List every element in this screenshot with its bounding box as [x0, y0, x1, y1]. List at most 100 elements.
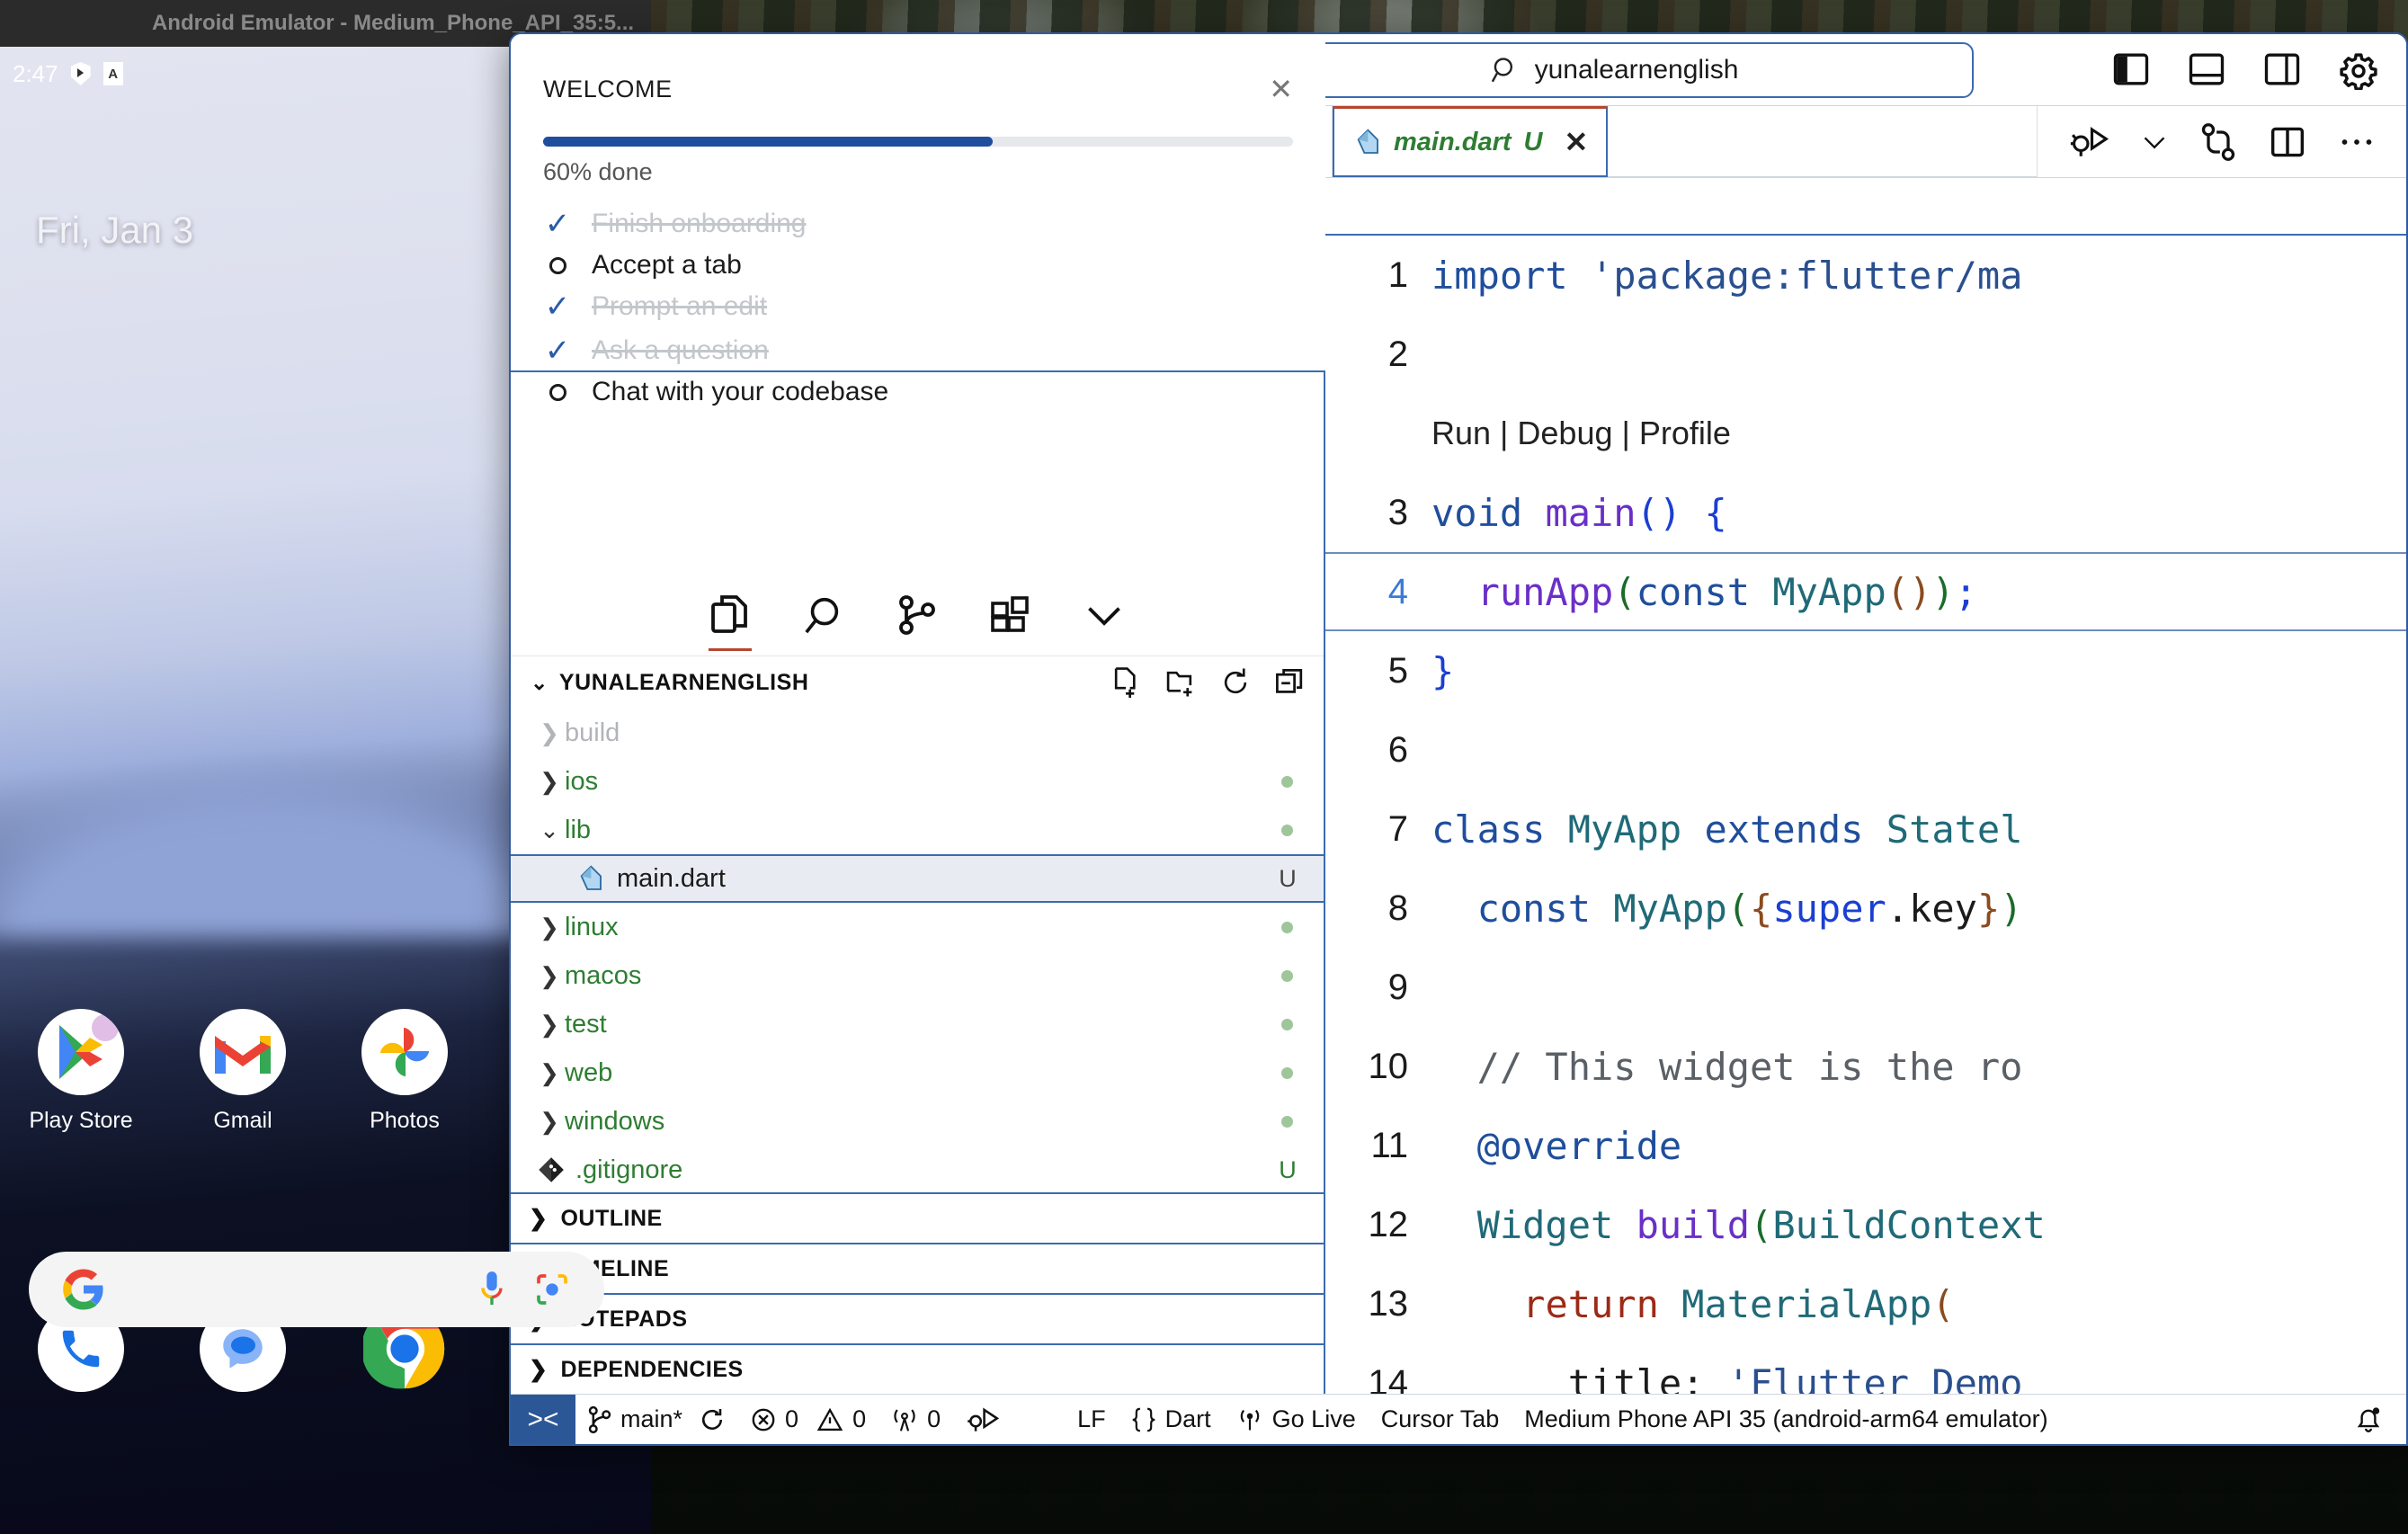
code-line-6[interactable]: 6	[1325, 710, 2406, 789]
code-line-9[interactable]: 9	[1325, 948, 2406, 1027]
codelens-run-debug-profile[interactable]: Run | Debug | Profile	[1325, 394, 2406, 473]
run-debug-icon[interactable]	[2068, 123, 2109, 161]
line-number: 3	[1387, 492, 1408, 532]
compare-changes-icon[interactable]	[2199, 122, 2237, 162]
status-go-live[interactable]: Go Live	[1224, 1405, 1369, 1433]
app-photos[interactable]: Photos	[324, 1009, 486, 1134]
code-line-7[interactable]: 7 class MyApp extends Statel	[1325, 789, 2406, 869]
explorer-root-label: YUNALEARNENGLISH	[558, 669, 809, 695]
chevron-right-icon[interactable]: ❯	[534, 719, 565, 747]
refresh-icon[interactable]	[1221, 667, 1250, 698]
gear-icon[interactable]	[2340, 52, 2377, 90]
explorer-section-header[interactable]: ⌄ YUNALEARNENGLISH	[511, 656, 1324, 709]
check-icon: ✓	[544, 207, 571, 241]
collapse-all-icon[interactable]	[1275, 668, 1304, 697]
status-problems[interactable]: 0 0	[738, 1405, 878, 1433]
code-line-8[interactable]: 8 const MyApp({super.key})	[1325, 869, 2406, 948]
layout-panel-bottom-icon[interactable]	[2189, 52, 2225, 88]
language-label: Dart	[1164, 1405, 1211, 1432]
task-finish-onboarding[interactable]: ✓ Finish onboarding	[543, 206, 1293, 242]
google-lens-icon[interactable]	[534, 1271, 570, 1307]
extensions-icon[interactable]	[987, 592, 1034, 638]
code-line-11[interactable]: 11 @override	[1325, 1106, 2406, 1185]
close-icon[interactable]: ✕	[1269, 72, 1293, 106]
layout-sidebar-left-icon[interactable]	[2113, 52, 2149, 88]
files-icon[interactable]	[707, 592, 754, 651]
chevron-right-icon[interactable]: ❯	[534, 962, 565, 990]
code-editor[interactable]: 1 import 'package:flutter/ma 2 Run | Deb…	[1325, 236, 2406, 1394]
code-line-2[interactable]: 2	[1325, 315, 2406, 394]
search-icon[interactable]	[800, 592, 847, 638]
line-content: }	[1431, 648, 1455, 693]
chevron-right-icon[interactable]: ❯	[534, 914, 565, 941]
app-play-store[interactable]: Play Store	[0, 1009, 162, 1134]
tree-item-build[interactable]: ❯ build	[511, 709, 1324, 757]
new-file-icon[interactable]	[1111, 667, 1140, 698]
code-line-3[interactable]: 3 void main() {	[1325, 473, 2406, 552]
chevron-down-icon[interactable]	[1081, 592, 1128, 638]
status-debug[interactable]	[953, 1405, 1012, 1434]
sync-icon[interactable]	[699, 1406, 726, 1433]
cursor-tab-label: Cursor Tab	[1380, 1405, 1500, 1432]
task-label: Ask a question	[592, 335, 769, 365]
layout-sidebar-right-icon[interactable]	[2264, 52, 2300, 88]
tree-item-ios[interactable]: ❯ ios	[511, 757, 1324, 806]
search-input[interactable]: yunalearnenglish	[1254, 41, 1974, 98]
code-line-14[interactable]: 14 title: 'Flutter Demo	[1325, 1343, 2406, 1395]
modified-dot-icon	[1281, 775, 1293, 788]
chevron-down-icon[interactable]	[2142, 132, 2167, 152]
tree-item-macos[interactable]: ❯ macos	[511, 951, 1324, 1000]
status-language[interactable]: Dart	[1119, 1405, 1224, 1433]
status-eol[interactable]: LF	[1065, 1405, 1119, 1433]
window-layout-actions[interactable]	[2113, 52, 2377, 90]
app-label: Photos	[370, 1108, 440, 1133]
new-folder-icon[interactable]	[1165, 667, 1196, 698]
tab-main-dart[interactable]: main.dart U ✕	[1333, 106, 1609, 177]
line-content: return MaterialApp(	[1522, 1281, 1955, 1326]
tree-item-lib[interactable]: ⌄ lib	[511, 806, 1324, 854]
close-icon[interactable]: ✕	[1564, 125, 1588, 159]
status-ports[interactable]: 0	[878, 1405, 953, 1433]
code-line-5[interactable]: 5 }	[1325, 631, 2406, 710]
tree-item-main-dart[interactable]: main.dart U	[511, 854, 1324, 903]
remote-window-icon[interactable]: ><	[511, 1394, 575, 1444]
task-chat-with-your-codebase[interactable]: Chat with your codebase	[543, 377, 1293, 407]
task-prompt-an-edit[interactable]: ✓ Prompt an edit	[543, 289, 1293, 325]
code-line-1[interactable]: 1 import 'package:flutter/ma	[1325, 236, 2406, 315]
code-editor-window[interactable]: yunalearnenglish main.dart U ✕ WELCOME ✕…	[509, 32, 2408, 1446]
panel-outline[interactable]: ❯ OUTLINE	[511, 1192, 1324, 1243]
task-ask-a-question[interactable]: ✓ Ask a question	[543, 333, 1293, 369]
code-line-4[interactable]: 4 runApp(const MyApp());	[1325, 552, 2406, 631]
line-number: 2	[1387, 334, 1408, 374]
status-notifications[interactable]	[2341, 1405, 2406, 1435]
tree-item-gitignore[interactable]: .gitignore U	[511, 1146, 1324, 1192]
status-branch[interactable]: main*	[575, 1405, 738, 1434]
warning-icon	[816, 1407, 843, 1431]
panel-timeline[interactable]: ❯ TIMELINE	[511, 1243, 1324, 1293]
google-search-widget[interactable]	[29, 1252, 604, 1327]
code-line-12[interactable]: 12 Widget build(BuildContext	[1325, 1185, 2406, 1264]
line-content: void main() {	[1431, 490, 1727, 535]
line-number: 14	[1368, 1362, 1409, 1395]
line-number: 6	[1387, 729, 1408, 770]
editor-actions[interactable]	[2038, 106, 2406, 177]
split-editor-icon[interactable]	[2270, 124, 2305, 160]
line-number: 8	[1387, 887, 1408, 928]
error-icon	[752, 1408, 775, 1431]
chevron-down-icon[interactable]: ⌄	[531, 671, 548, 695]
code-line-13[interactable]: 13 return MaterialApp(	[1325, 1264, 2406, 1343]
activity-bar[interactable]	[511, 574, 1324, 656]
task-accept-a-tab[interactable]: Accept a tab	[543, 250, 1293, 281]
chevron-down-icon[interactable]: ⌄	[534, 816, 565, 844]
code-line-10[interactable]: 10 // This widget is the ro	[1325, 1027, 2406, 1106]
status-cursor-tab[interactable]: Cursor Tab	[1369, 1405, 1512, 1433]
task-label: Chat with your codebase	[592, 377, 889, 406]
source-control-icon[interactable]	[894, 592, 941, 638]
tree-item-linux[interactable]: ❯ linux	[511, 903, 1324, 951]
tree-item-label: build	[565, 718, 620, 747]
microphone-icon[interactable]	[477, 1267, 507, 1312]
app-gmail[interactable]: Gmail	[162, 1009, 324, 1134]
chevron-right-icon[interactable]: ❯	[534, 768, 565, 796]
ellipsis-icon[interactable]	[2338, 131, 2376, 153]
status-device[interactable]: Medium Phone API 35 (android-arm64 emula…	[1512, 1405, 2060, 1433]
